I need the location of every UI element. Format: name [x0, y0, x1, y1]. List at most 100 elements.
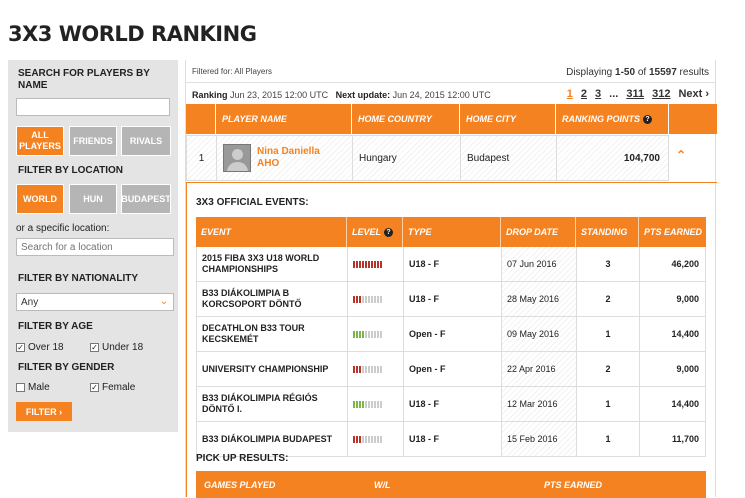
nationality-select[interactable]: Any ⌄ [16, 293, 174, 311]
event-drop-date: 15 Feb 2016 [502, 422, 577, 456]
event-type: U18 - F [404, 387, 502, 421]
event-pts: 9,000 [676, 363, 699, 374]
event-standing: 3 [577, 247, 640, 281]
page-3-link[interactable]: 3 [595, 88, 601, 100]
event-row[interactable]: B33 DIÁKOLIMPIA BUDAPEST U18 - F 15 Feb 20… [196, 422, 706, 457]
rivals-button[interactable]: RIVALS [121, 126, 171, 156]
event-row[interactable]: B33 DIÁKOLIMPIA RÉGIÓS DÖNTŐ I. U18 - F 12… [196, 387, 706, 422]
home-country-header[interactable]: HOME COUNTRY [352, 104, 460, 134]
page-title: 3X3 WORLD RANKING [8, 22, 257, 46]
pickup-title: PICK UP RESULTS: [196, 453, 289, 464]
ranking-main: Filtered for: All Players Displaying 1-5… [185, 60, 717, 498]
event-level [348, 317, 404, 351]
standing-header: STANDING [576, 217, 639, 247]
event-drop-date: 12 Mar 2016 [502, 387, 577, 421]
chevron-up-icon[interactable]: ⌃ [676, 148, 686, 162]
level-bar-icon [353, 365, 382, 373]
event-level [348, 352, 404, 386]
event-row[interactable]: UNIVERSITY CHAMPIONSHIP Open - F 22 Apr 20… [196, 352, 706, 387]
results-count: Displaying 1-50 of 15597 results [566, 67, 709, 78]
level-bar-icon [353, 295, 382, 303]
age-under-18-label: Under 18 [102, 342, 144, 353]
event-standing: 2 [577, 282, 640, 316]
event-pts: 9,000 [676, 293, 699, 304]
all-players-button[interactable]: ALL PLAYERS [16, 126, 64, 156]
player-city: Budapest [461, 136, 557, 180]
player-rank: 1 [187, 136, 217, 180]
player-name-header[interactable]: PLAYER NAME [216, 104, 352, 134]
friends-button[interactable]: FRIENDS [69, 126, 117, 156]
location-budapest-button[interactable]: BUDAPEST [121, 184, 171, 214]
event-standing: 2 [577, 352, 640, 386]
age-under-18-checkbox[interactable]: ✓ Under 18 [90, 342, 143, 353]
home-city-header[interactable]: HOME CITY [460, 104, 556, 134]
page-2-link[interactable]: 2 [581, 88, 587, 100]
player-last-name: AHO [257, 158, 280, 169]
page-312-link[interactable]: 312 [652, 88, 670, 100]
displaying-range: 1-50 [615, 67, 636, 78]
pts-earned-header: PTS EARNED [644, 227, 703, 237]
player-cell: Nina Daniella AHO [217, 136, 353, 180]
ranking-points-label: RANKING POINTS [562, 114, 641, 124]
event-name: UNIVERSITY CHAMPIONSHIP [197, 352, 348, 386]
chevron-down-icon: ⌄ [155, 294, 173, 310]
page-ellipsis: ... [609, 88, 619, 100]
age-over-18-checkbox[interactable]: ✓ Over 18 [16, 342, 64, 353]
specific-location-label: or a specific location: [16, 223, 110, 234]
filter-sidebar: SEARCH FOR PLAYERS BY NAME ALL PLAYERS F… [8, 60, 178, 432]
search-label: SEARCH FOR PLAYERS BY NAME [18, 68, 150, 91]
event-type: Open - F [404, 352, 502, 386]
location-search-input[interactable] [16, 238, 174, 256]
avatar [223, 144, 251, 172]
gender-female-checkbox[interactable]: ✓ Female [90, 382, 135, 393]
filter-nationality-label: FILTER BY NATIONALITY [18, 273, 138, 284]
filter-button[interactable]: FILTER › [16, 402, 72, 421]
divider [186, 82, 715, 83]
player-row[interactable]: 1 Nina Daniella AHO Hungary Budapest 104… [186, 135, 669, 181]
displaying-suffix: results [679, 67, 709, 78]
player-first-name: Nina Daniella [257, 146, 320, 157]
help-icon[interactable]: ? [384, 227, 394, 237]
player-points: 104,700 [623, 152, 660, 164]
event-pts: 14,400 [671, 398, 699, 409]
level-label: LEVEL [352, 227, 382, 237]
event-drop-date: 22 Apr 2016 [502, 352, 577, 386]
event-pts: 11,700 [671, 433, 699, 444]
event-name: DECATHLON B33 TOUR KECSKEMÉT [197, 317, 348, 351]
event-name: B33 DIÁKOLIMPIA BUDAPEST [197, 422, 348, 456]
page-311-link[interactable]: 311 [626, 88, 644, 100]
event-header: EVENT [196, 217, 347, 247]
event-drop-date: 09 May 2016 [502, 317, 577, 351]
player-search-input[interactable] [16, 98, 170, 116]
event-row[interactable]: B33 DIÁKOLIMPIA B KORCSOPORT DÖNTŐ U18 - … [196, 282, 706, 317]
next-page-link[interactable]: Next › [678, 88, 709, 100]
event-type: U18 - F [404, 247, 502, 281]
age-over-18-label: Over 18 [28, 342, 64, 353]
ranking-points-header[interactable]: RANKING POINTS ? [556, 104, 669, 134]
wl-header: W/L [374, 479, 391, 490]
location-hun-button[interactable]: HUN [69, 184, 117, 214]
event-name: 2015 FIBA 3X3 U18 WORLD CHAMPIONSHIPS [197, 247, 348, 281]
page-1-link[interactable]: 1 [567, 88, 573, 100]
player-name-link[interactable]: Nina Daniella AHO [257, 146, 320, 170]
next-update-label: Next update: [335, 90, 391, 100]
player-country: Hungary [353, 136, 461, 180]
help-icon[interactable]: ? [643, 114, 653, 124]
event-row[interactable]: DECATHLON B33 TOUR KECSKEMÉT Open - F 09 M… [196, 317, 706, 352]
displaying-prefix: Displaying [566, 67, 613, 78]
pickup-pts-header: PTS EARNED [544, 479, 603, 490]
type-header: TYPE [403, 217, 501, 247]
event-pts: 46,200 [671, 258, 699, 269]
location-world-button[interactable]: WORLD [16, 184, 64, 214]
event-standing: 1 [577, 422, 640, 456]
filter-age-label: FILTER BY AGE [18, 321, 93, 332]
gender-female-label: Female [102, 382, 136, 393]
filter-gender-label: FILTER BY GENDER [18, 362, 115, 373]
level-header: LEVEL ? [347, 217, 403, 247]
filtered-for-text: Filtered for: All Players [192, 67, 273, 76]
event-level [348, 422, 404, 456]
gender-male-checkbox[interactable]: Male [16, 382, 50, 393]
event-drop-date: 28 May 2016 [502, 282, 577, 316]
rank-column-header [186, 104, 216, 134]
event-row[interactable]: 2015 FIBA 3X3 U18 WORLD CHAMPIONSHIPS U18… [196, 247, 706, 282]
